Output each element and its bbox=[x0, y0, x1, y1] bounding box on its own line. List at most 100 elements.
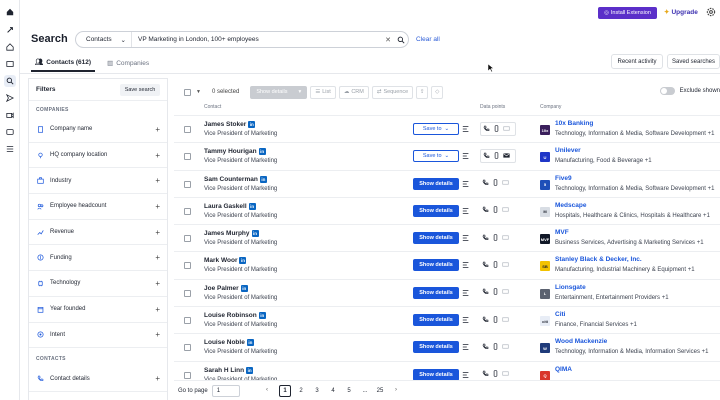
linkedin-icon[interactable]: in bbox=[259, 175, 267, 183]
plus-icon[interactable]: + bbox=[155, 176, 160, 185]
send-icon[interactable] bbox=[4, 92, 16, 104]
linkedin-icon[interactable]: in bbox=[248, 121, 256, 128]
recent-activity-button[interactable]: Recent activity bbox=[611, 54, 663, 69]
table-row[interactable]: Tammy Hourigan in Vice President of Market… bbox=[174, 142, 720, 169]
filter-funding[interactable]: Funding + bbox=[29, 245, 167, 272]
table-row[interactable]: Sam Counterman in Vice President of Market… bbox=[174, 169, 720, 197]
plus-icon[interactable]: + bbox=[155, 125, 160, 134]
table-row[interactable]: James Murphy in Vice President of Marketin… bbox=[174, 224, 720, 251]
settings-gear-icon[interactable] bbox=[706, 7, 716, 17]
tag-icon[interactable]: ◇ bbox=[431, 85, 444, 99]
rocket-icon[interactable] bbox=[4, 24, 16, 36]
prev-page-icon[interactable]: ‹ bbox=[266, 387, 268, 393]
contact-name[interactable]: Joe Palmer in bbox=[204, 284, 248, 292]
table-row[interactable]: Laura Gaskell in Vice President of Marketi… bbox=[174, 196, 720, 224]
table-row[interactable]: Louise Robinson in Vice President of Marke… bbox=[174, 306, 720, 333]
row-checkbox[interactable] bbox=[184, 371, 191, 379]
plus-icon[interactable]: + bbox=[155, 253, 160, 262]
company-name-link[interactable]: Lionsgate bbox=[555, 284, 586, 291]
add-to-sequence-icon[interactable] bbox=[462, 289, 470, 297]
table-row[interactable]: Joe Palmer in Vice President of Marketing S… bbox=[174, 278, 720, 306]
row-checkbox[interactable] bbox=[184, 153, 191, 161]
filter-year-founded[interactable]: Year founded + bbox=[29, 297, 167, 323]
add-to-sequence-icon[interactable] bbox=[462, 371, 470, 379]
filter-industry[interactable]: Industry + bbox=[29, 168, 167, 195]
page-number-2[interactable]: 2 bbox=[295, 385, 307, 397]
page-number-5[interactable]: 5 bbox=[343, 385, 355, 397]
linkedin-icon[interactable]: in bbox=[258, 312, 266, 320]
next-page-icon[interactable]: › bbox=[395, 387, 397, 393]
show-details-button[interactable]: Show details bbox=[413, 314, 459, 327]
show-details-bulk-button[interactable]: Show details ▾ bbox=[250, 85, 308, 99]
show-details-button[interactable]: Show details bbox=[413, 232, 459, 245]
filter-employee-headcount[interactable]: Employee headcount + bbox=[29, 194, 167, 220]
data-points[interactable] bbox=[480, 313, 516, 327]
upgrade-link[interactable]: ✦ Upgrade bbox=[664, 8, 698, 17]
tab-companies[interactable]: ▥ Companies bbox=[107, 54, 149, 72]
clear-query-icon[interactable]: ✕ bbox=[382, 36, 394, 44]
add-to-sequence-icon[interactable] bbox=[462, 316, 470, 324]
row-checkbox[interactable] bbox=[184, 126, 191, 133]
contact-name[interactable]: James Murphy in bbox=[204, 230, 259, 238]
company-name-link[interactable]: Medscape bbox=[555, 202, 586, 209]
show-details-button[interactable]: Show details bbox=[413, 286, 459, 299]
show-details-button[interactable]: Show details bbox=[413, 259, 459, 272]
select-all-checkbox[interactable] bbox=[184, 88, 191, 96]
company-name-link[interactable]: Stanley Black & Decker, Inc. bbox=[555, 256, 642, 263]
show-details-button[interactable]: Show details bbox=[413, 177, 459, 190]
table-row[interactable]: Mark Woor in Vice President of Marketing Sh… bbox=[174, 251, 720, 278]
chevron-down-icon[interactable]: ▼ bbox=[196, 89, 201, 95]
contact-name[interactable]: Sarah H Linn in bbox=[204, 366, 254, 374]
page-number-input[interactable]: 1 bbox=[211, 384, 240, 397]
contact-name[interactable]: Louise Noble in bbox=[204, 339, 254, 347]
linkedin-icon[interactable]: in bbox=[248, 202, 256, 210]
contact-name[interactable]: James Stoker in bbox=[204, 121, 256, 128]
plus-icon[interactable]: + bbox=[155, 279, 160, 288]
page-number-25[interactable]: 25 bbox=[374, 385, 386, 397]
plus-icon[interactable]: + bbox=[155, 305, 160, 314]
add-to-sequence-icon[interactable] bbox=[462, 234, 470, 242]
install-extension-button[interactable]: ◎ Install Extension bbox=[598, 7, 657, 19]
data-points[interactable] bbox=[480, 286, 516, 300]
contact-name[interactable]: Mark Woor in bbox=[204, 257, 247, 265]
search-nav-icon[interactable] bbox=[4, 75, 16, 87]
search-bar[interactable]: Contacts ⌄ VP Marketing in London, 100+ … bbox=[75, 31, 409, 48]
clear-all-link[interactable]: Clear all bbox=[416, 36, 440, 43]
search-icon[interactable] bbox=[394, 36, 408, 44]
contact-name[interactable]: Louise Robinson in bbox=[204, 312, 266, 320]
list-button[interactable]: ☰ List bbox=[310, 85, 336, 99]
table-row[interactable]: James Stoker in Vice President of Marketin… bbox=[174, 115, 720, 142]
export-icon[interactable]: ⇪ bbox=[416, 85, 429, 99]
plus-icon[interactable]: + bbox=[155, 202, 160, 211]
row-checkbox[interactable] bbox=[184, 262, 191, 270]
list-nav-icon[interactable] bbox=[4, 143, 16, 155]
save-to-button[interactable]: Save to ⌄ bbox=[413, 150, 459, 163]
show-details-button[interactable]: Show details bbox=[413, 341, 459, 354]
toggle-switch[interactable] bbox=[659, 87, 675, 95]
show-details-button[interactable]: Show details bbox=[413, 368, 459, 381]
page-number-1[interactable]: 1 bbox=[279, 385, 291, 397]
data-points[interactable] bbox=[480, 149, 516, 164]
contact-name[interactable]: Laura Gaskell in bbox=[204, 202, 256, 210]
exclude-shown-toggle[interactable]: Exclude shown bbox=[659, 87, 720, 95]
show-details-button[interactable]: Show details bbox=[413, 204, 459, 217]
add-to-sequence-icon[interactable] bbox=[462, 207, 470, 215]
data-points[interactable] bbox=[480, 258, 516, 272]
tab-contacts[interactable]: 👥︎ Contacts (612) bbox=[31, 54, 96, 72]
company-name-link[interactable]: Five9 bbox=[555, 175, 572, 182]
add-to-sequence-icon[interactable] bbox=[462, 152, 470, 160]
filter-intent[interactable]: Intent + bbox=[29, 323, 167, 349]
add-to-sequence-icon[interactable] bbox=[462, 125, 470, 133]
home-logo-icon[interactable] bbox=[4, 6, 16, 18]
linkedin-icon[interactable]: in bbox=[246, 366, 254, 374]
save-search-button[interactable]: Save search bbox=[120, 83, 160, 96]
plus-icon[interactable]: + bbox=[155, 151, 160, 160]
page-number-3[interactable]: 3 bbox=[311, 385, 323, 397]
linkedin-icon[interactable]: in bbox=[251, 230, 259, 238]
save-to-button[interactable]: Save to ⌄ bbox=[413, 123, 459, 135]
plus-icon[interactable]: + bbox=[155, 330, 160, 339]
saved-searches-button[interactable]: Saved searches bbox=[667, 54, 720, 69]
plus-icon[interactable]: + bbox=[155, 228, 160, 237]
filter-technology[interactable]: Technology + bbox=[29, 271, 167, 297]
table-row[interactable]: Louise Noble in Vice President of Marketin… bbox=[174, 333, 720, 360]
